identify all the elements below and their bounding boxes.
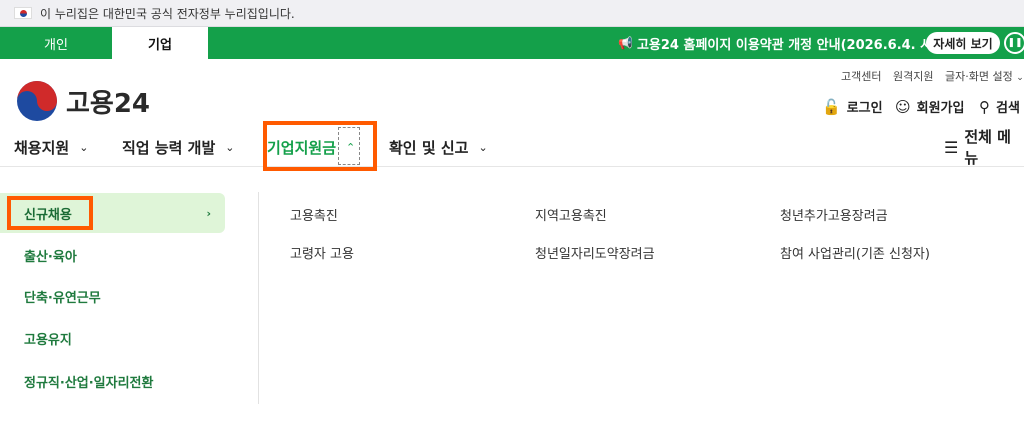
font-screen-settings-label: 글자·화면 설정 xyxy=(945,70,1013,83)
search-icon: ⚲ xyxy=(979,97,990,116)
login-label: 로그인 xyxy=(846,101,883,116)
notice-banner[interactable]: 📢 고용24 홈페이지 이용약관 개정 안내(2026.6.4. 시행) xyxy=(618,27,950,59)
chevron-down-icon: ⌄ xyxy=(225,140,235,154)
korea-flag-icon xyxy=(14,7,32,19)
chevron-right-icon: › xyxy=(206,206,211,220)
sidebar-item-childbirth-parenting[interactable]: 출산·육아 xyxy=(0,235,225,275)
chevron-down-icon: ⌄ xyxy=(478,140,488,154)
signup-button[interactable]: ☺ 회원가입 xyxy=(895,97,965,117)
chevron-down-icon: ⌄ xyxy=(1016,73,1024,83)
user-add-icon: ☺ xyxy=(895,97,911,116)
submenu-link[interactable]: 청년일자리도약장려금 xyxy=(535,243,655,262)
gov-emblem-icon xyxy=(16,80,58,122)
tab-business[interactable]: 기업 xyxy=(112,27,208,59)
signup-label: 회원가입 xyxy=(916,101,965,116)
all-menu-label: 전체 메뉴 xyxy=(964,128,1011,167)
login-button[interactable]: 🔓 로그인 xyxy=(822,97,883,117)
sidebar-item-label: 단축·유연근무 xyxy=(24,290,101,306)
nav-item-verification-report[interactable]: 확인 및 신고 ⌄ xyxy=(389,127,488,167)
detail-button[interactable]: 자세히 보기 xyxy=(926,32,1000,54)
top-bar: 개인 기업 📢 고용24 홈페이지 이용약관 개정 안내(2026.6.4. 시… xyxy=(0,27,1024,59)
remote-support-link[interactable]: 원격지원 xyxy=(893,68,933,84)
submenu-link[interactable]: 지역고용촉진 xyxy=(535,205,607,224)
search-label: 검색 xyxy=(996,101,1020,116)
all-menu-button[interactable]: ☰ 전체 메뉴 xyxy=(944,127,1024,167)
chevron-down-icon: ⌄ xyxy=(79,140,89,154)
logo[interactable]: 고용24 xyxy=(16,80,150,122)
highlight-sidebar-new-hire xyxy=(7,196,93,230)
sidebar-item-label: 고용유지 xyxy=(24,332,72,348)
logo-text: 고용24 xyxy=(66,88,151,119)
main-nav: 채용지원 ⌄ 직업 능력 개발 ⌄ 기업지원금 ⌃ 확인 및 신고 ⌄ ☰ 전체… xyxy=(0,127,1024,167)
submenu-link[interactable]: 청년추가고용장려금 xyxy=(780,205,888,224)
nav-item-label: 채용지원 xyxy=(14,138,70,157)
customer-center-link[interactable]: 고객센터 xyxy=(841,68,881,84)
sidebar-item-label: 출산·육아 xyxy=(24,249,77,265)
sidebar-item-employment-retention[interactable]: 고용유지 xyxy=(0,318,225,358)
gov-banner-text: 이 누리집은 대한민국 공식 전자정부 누리집입니다. xyxy=(40,6,295,21)
notice-text: 고용24 홈페이지 이용약관 개정 안내(2026.6.4. 시행) xyxy=(636,37,951,53)
megaphone-icon: 📢 xyxy=(618,36,633,50)
submenu-link[interactable]: 고령자 고용 xyxy=(290,243,354,262)
tab-personal[interactable]: 개인 xyxy=(0,27,112,59)
gov-banner: 이 누리집은 대한민국 공식 전자정부 누리집입니다. xyxy=(0,0,1024,27)
divider xyxy=(258,192,259,404)
nav-item-vocational-training[interactable]: 직업 능력 개발 ⌄ xyxy=(122,127,234,167)
search-button[interactable]: ⚲ 검색 xyxy=(979,97,1020,117)
highlight-nav-business-subsidy xyxy=(263,121,377,171)
nav-item-label: 확인 및 신고 xyxy=(389,138,469,157)
font-screen-settings-link[interactable]: 글자·화면 설정 ⌄ xyxy=(945,68,1024,84)
pause-icon[interactable]: ❚❚ xyxy=(1004,32,1024,54)
lock-icon: 🔓 xyxy=(822,97,841,116)
sidebar-item-job-transition[interactable]: 정규직·산업·일자리전환 xyxy=(0,361,225,401)
sidebar-item-flexible-work[interactable]: 단축·유연근무 xyxy=(0,276,225,316)
submenu-link[interactable]: 참여 사업관리(기존 신청자) xyxy=(780,243,930,262)
submenu-link[interactable]: 고용촉진 xyxy=(290,205,338,224)
hamburger-icon: ☰ xyxy=(944,137,959,157)
nav-item-recruitment[interactable]: 채용지원 ⌄ xyxy=(14,127,88,167)
sidebar-item-label: 정규직·산업·일자리전환 xyxy=(24,375,154,391)
nav-item-label: 직업 능력 개발 xyxy=(122,138,216,157)
